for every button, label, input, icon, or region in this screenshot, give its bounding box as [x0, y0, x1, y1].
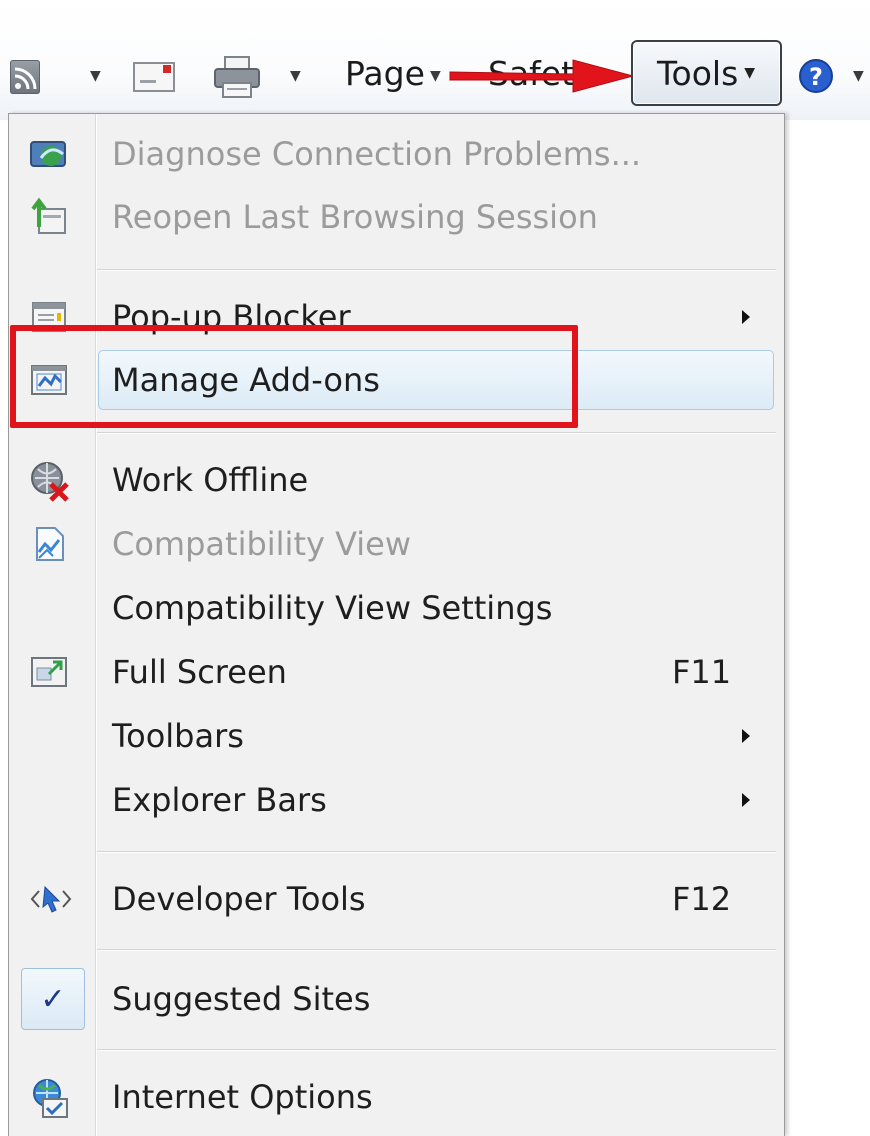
menu-item-explorer-bars[interactable]: Explorer Bars	[9, 772, 784, 828]
safety-menu-button[interactable]: Safet	[488, 54, 574, 93]
rss-feed-icon[interactable]	[10, 60, 40, 94]
tools-dropdown-arrow-icon: ▼	[744, 65, 756, 81]
menu-item-compatibility-view[interactable]: Compatibility View	[9, 516, 784, 572]
menu-item-label: Reopen Last Browsing Session	[112, 198, 598, 236]
developer-tools-icon	[29, 879, 72, 919]
menu-item-diagnose-connection[interactable]: Diagnose Connection Problems...	[9, 126, 784, 182]
submenu-arrow-icon	[742, 793, 750, 807]
internet-options-icon	[29, 1077, 69, 1118]
menu-item-toolbars[interactable]: Toolbars	[9, 708, 784, 764]
full-screen-icon	[29, 652, 69, 692]
page-dropdown-arrow-icon[interactable]: ▼	[430, 68, 441, 84]
menu-item-label: Compatibility View Settings	[112, 589, 553, 627]
menu-item-label: Developer Tools	[112, 880, 366, 918]
diagnose-connection-icon	[29, 134, 69, 174]
reopen-session-icon	[29, 197, 69, 237]
menu-separator	[97, 269, 776, 270]
menu-item-suggested-sites[interactable]: ✓ Suggested Sites	[9, 964, 784, 1034]
menu-item-label: Toolbars	[112, 717, 244, 755]
menu-item-full-screen[interactable]: Full Screen F11	[9, 644, 784, 700]
help-dropdown-arrow-icon[interactable]: ▼	[853, 68, 864, 84]
rss-dropdown-arrow-icon[interactable]: ▼	[90, 68, 101, 84]
submenu-arrow-icon	[742, 310, 750, 324]
menu-item-label: Compatibility View	[112, 525, 412, 563]
svg-text:?: ?	[809, 63, 823, 91]
print-dropdown-arrow-icon[interactable]: ▼	[290, 68, 301, 84]
checkmark-icon: ✓	[21, 968, 85, 1030]
menu-item-work-offline[interactable]: Work Offline	[9, 452, 784, 508]
menu-item-label: Diagnose Connection Problems...	[112, 135, 642, 173]
submenu-arrow-icon	[742, 729, 750, 743]
menu-item-label: Explorer Bars	[112, 781, 327, 819]
menu-separator	[97, 432, 776, 433]
work-offline-icon	[29, 460, 69, 502]
annotation-highlight-box	[10, 325, 578, 428]
menu-item-label: Suggested Sites	[112, 980, 371, 1018]
command-bar: ▼ ▼ Page ▼ Safet Tools ▼ ? ▼	[0, 0, 870, 120]
menu-item-reopen-session[interactable]: Reopen Last Browsing Session	[9, 189, 784, 245]
tools-label: Tools	[657, 53, 739, 93]
menu-item-developer-tools[interactable]: Developer Tools F12	[9, 871, 784, 927]
compatibility-view-icon	[29, 524, 69, 564]
menu-separator	[97, 949, 776, 950]
tools-dropdown-menu: Diagnose Connection Problems... Reopen L…	[8, 113, 785, 1136]
menu-item-internet-options[interactable]: Internet Options	[9, 1069, 784, 1125]
page-menu-button[interactable]: Page	[345, 54, 425, 93]
menu-separator	[97, 1049, 776, 1050]
menu-item-label: Internet Options	[112, 1078, 373, 1116]
tools-menu-button[interactable]: Tools ▼	[631, 40, 782, 106]
shortcut-label: F11	[672, 653, 732, 691]
menu-separator	[97, 851, 776, 852]
print-icon[interactable]	[213, 55, 261, 99]
menu-item-compatibility-view-settings[interactable]: Compatibility View Settings	[9, 580, 784, 636]
help-icon[interactable]: ?	[798, 58, 838, 94]
menu-item-label: Work Offline	[112, 461, 309, 499]
menu-item-label: Full Screen	[112, 653, 287, 691]
read-mail-icon[interactable]	[133, 60, 177, 94]
shortcut-label: F12	[672, 880, 732, 918]
